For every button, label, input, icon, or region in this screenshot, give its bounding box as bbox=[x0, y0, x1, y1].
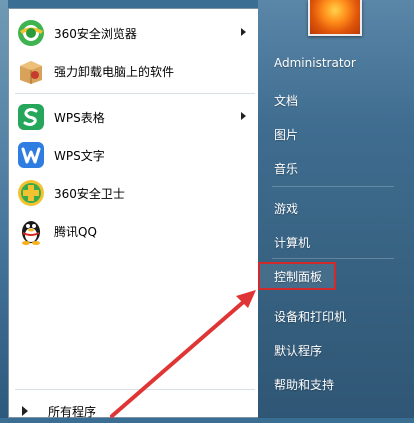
menu-item-administrator[interactable]: Administrator bbox=[274, 56, 356, 70]
qq-penguin-icon bbox=[16, 216, 46, 246]
submenu-arrow-icon bbox=[241, 112, 246, 120]
menu-item-documents[interactable]: 文档 bbox=[274, 92, 298, 109]
menu-item-pictures[interactable]: 图片 bbox=[274, 126, 298, 143]
menu-item-computer[interactable]: 计算机 bbox=[274, 234, 310, 251]
program-label: 360安全浏览器 bbox=[54, 26, 137, 41]
menu-separator bbox=[15, 389, 255, 390]
menu-item-music[interactable]: 音乐 bbox=[274, 160, 298, 177]
start-menu-programs-panel: 360安全浏览器 强力卸载电脑上的软件 WPS表格 WPS文字 360安全卫士 … bbox=[8, 8, 258, 419]
360-guard-icon bbox=[16, 178, 46, 208]
menu-item-devices-printers[interactable]: 设备和打印机 bbox=[274, 308, 346, 325]
program-item-wps-spreadsheet[interactable]: WPS表格 bbox=[12, 98, 256, 136]
uninstall-box-icon bbox=[16, 56, 46, 86]
program-label: WPS表格 bbox=[54, 110, 105, 125]
submenu-arrow-icon bbox=[241, 28, 246, 36]
program-item-360-guard[interactable]: 360安全卫士 bbox=[12, 174, 256, 212]
program-label: 强力卸载电脑上的软件 bbox=[54, 64, 175, 79]
menu-separator bbox=[15, 93, 255, 94]
program-item-wps-writer[interactable]: WPS文字 bbox=[12, 136, 256, 174]
360-browser-icon bbox=[16, 18, 46, 48]
program-label: 腾讯QQ bbox=[54, 224, 97, 239]
program-item-uninstaller[interactable]: 强力卸载电脑上的软件 bbox=[12, 52, 256, 90]
menu-separator bbox=[272, 186, 394, 187]
wps-spreadsheet-icon bbox=[16, 102, 46, 132]
menu-item-games[interactable]: 游戏 bbox=[274, 200, 298, 217]
menu-item-control-panel[interactable]: 控制面板 bbox=[274, 268, 322, 285]
all-programs-label: 所有程序 bbox=[48, 404, 97, 419]
all-programs-button[interactable]: 所有程序 bbox=[12, 399, 256, 423]
menu-item-help-support[interactable]: 帮助和支持 bbox=[274, 376, 334, 393]
program-item-qq[interactable]: 腾讯QQ bbox=[12, 212, 256, 250]
program-item-360-browser[interactable]: 360安全浏览器 bbox=[12, 14, 256, 52]
menu-separator bbox=[272, 258, 394, 259]
program-label: 360安全卫士 bbox=[54, 186, 125, 201]
menu-item-default-programs[interactable]: 默认程序 bbox=[274, 342, 322, 359]
user-avatar[interactable] bbox=[308, 0, 362, 36]
expand-arrow-icon bbox=[22, 406, 28, 416]
wps-writer-icon bbox=[16, 140, 46, 170]
desktop-background bbox=[0, 0, 8, 418]
program-label: WPS文字 bbox=[54, 148, 105, 163]
